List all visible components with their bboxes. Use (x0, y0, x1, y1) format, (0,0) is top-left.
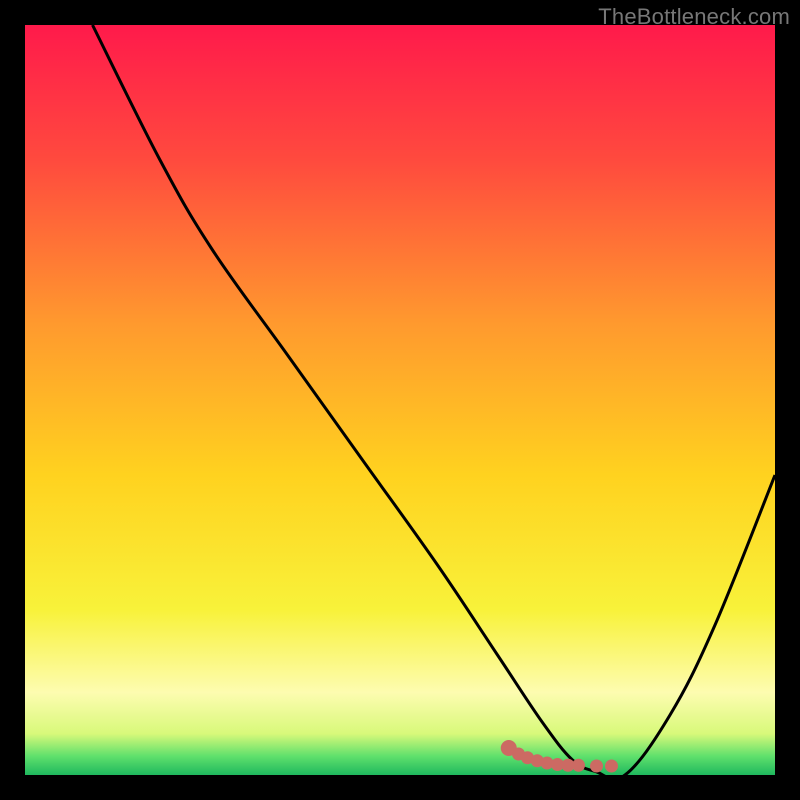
marker-dot (605, 760, 618, 773)
watermark-text: TheBottleneck.com (598, 4, 790, 30)
chart-plot-area (25, 25, 775, 775)
marker-dot (572, 759, 585, 772)
gradient-background (25, 25, 775, 775)
chart-svg (25, 25, 775, 775)
marker-dot (590, 760, 603, 773)
